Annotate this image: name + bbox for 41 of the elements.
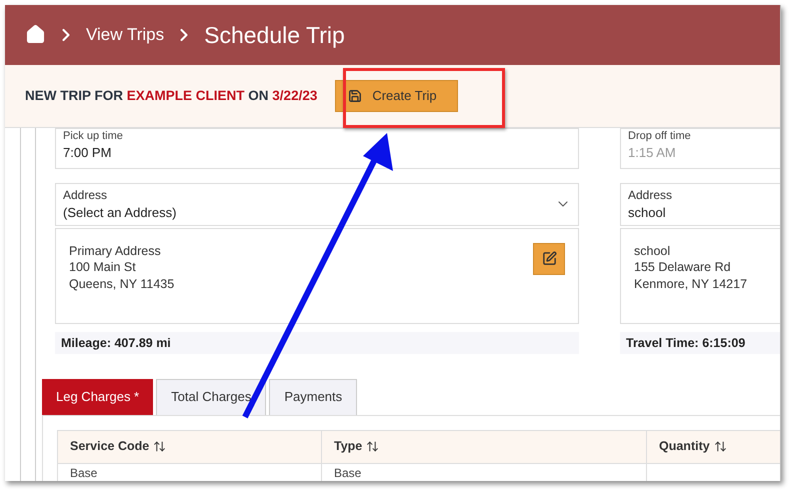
field-label: Pick up time: [63, 128, 124, 142]
sort-icon: [153, 440, 166, 453]
table-cell: Base: [322, 463, 646, 481]
field-value: school: [628, 204, 667, 222]
sort-icon: [366, 440, 380, 453]
address-line: Primary Address: [69, 242, 162, 259]
field-label: Drop off time: [628, 128, 692, 142]
trip-heading: NEW TRIP FOR EXAMPLE CLIENT ON 3/22/23: [25, 86, 318, 104]
time-field[interactable]: Pick up time 7:00 PM: [55, 128, 579, 168]
tab[interactable]: Total Charges: [156, 378, 266, 414]
address-line: 100 Main St: [69, 259, 137, 276]
tab[interactable]: Leg Charges *: [42, 378, 154, 414]
sort-icon: [714, 440, 727, 453]
column-title: Type: [334, 438, 362, 456]
column-header[interactable]: Type: [322, 430, 646, 463]
edit-icon: [542, 251, 556, 266]
tab[interactable]: Payments: [269, 378, 358, 414]
field-value: (Select an Address): [63, 204, 176, 222]
create-trip-button[interactable]: Create Trip: [335, 80, 458, 112]
field-value: 1:15 AM: [628, 144, 677, 162]
edit-button[interactable]: [533, 242, 565, 274]
address-select[interactable]: Address school: [620, 182, 780, 226]
breadcrumb-link[interactable]: View Trips: [86, 22, 164, 48]
field-label: Address: [628, 186, 672, 202]
table-cell: Base: [58, 463, 322, 481]
address-line: Queens, NY 11435: [69, 276, 174, 292]
column-header[interactable]: Quantity: [646, 430, 780, 463]
field-value: 7:00 PM: [63, 144, 112, 162]
address-line: 155 Delaware Rd: [634, 259, 732, 276]
address-select[interactable]: Address (Select an Address): [55, 182, 579, 226]
address-line: school: [634, 242, 672, 259]
address-line: Kenmore, NY 14217: [634, 276, 748, 292]
column-header[interactable]: Service Code: [58, 430, 322, 463]
page-title: Schedule Trip: [204, 20, 345, 50]
column-title: Service Code: [70, 438, 150, 456]
column-title: Quantity: [659, 438, 710, 456]
summary-bar: Mileage: 407.89 mi: [55, 332, 579, 354]
field-label: Address: [63, 186, 108, 202]
summary-bar: Travel Time: 6:15:09: [620, 332, 780, 354]
home-icon[interactable]: [25, 24, 46, 46]
save-icon: [348, 88, 362, 103]
